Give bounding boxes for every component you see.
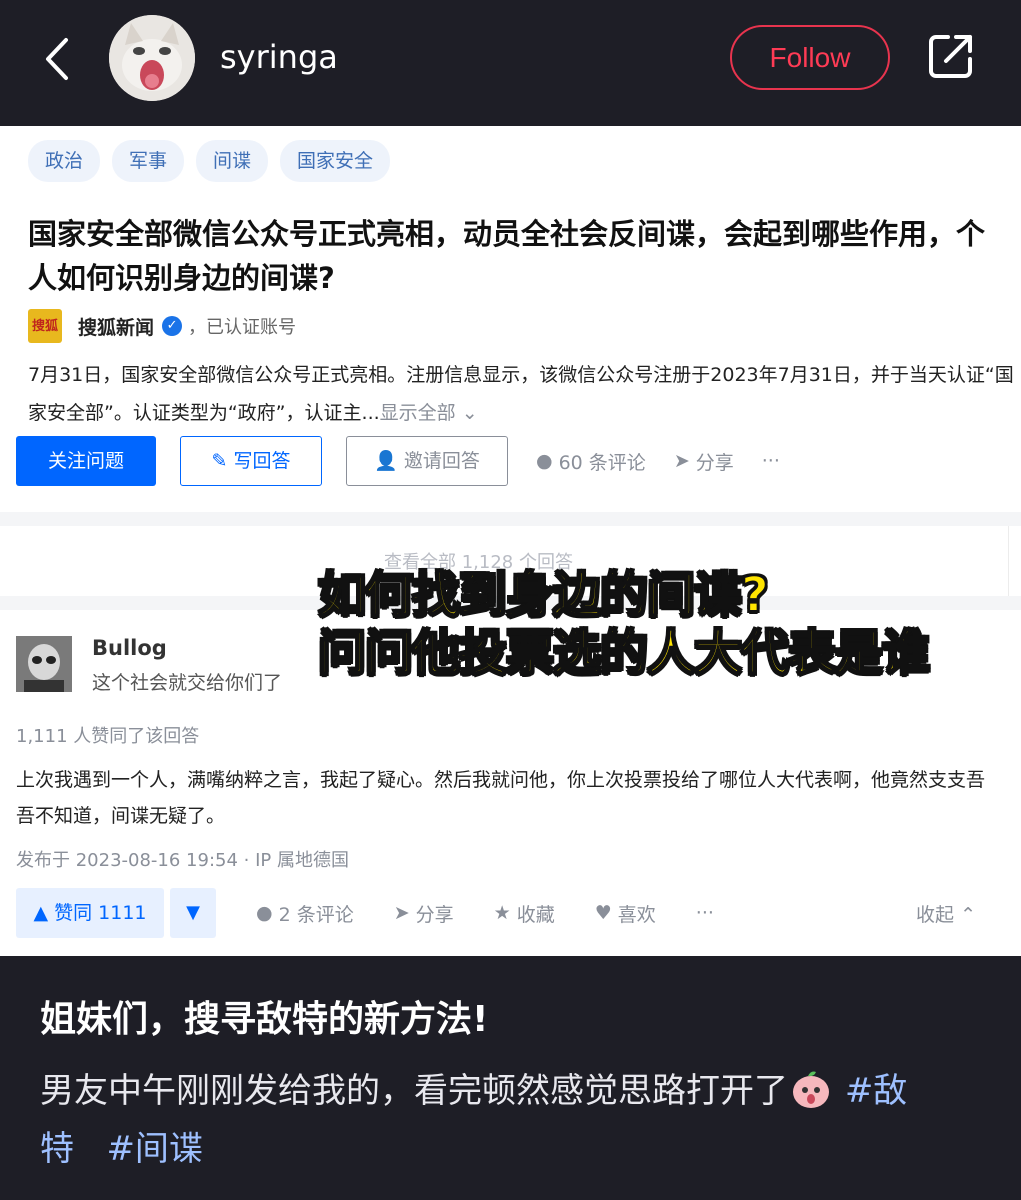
embedded-screenshot: 政治 军事 间谍 国家安全 国家安全部微信公众号正式亮相，动员全社会反间谍，会起… [0, 126, 1021, 956]
answer-actions: ▲ 赞同 1111 ▼ ● 2 条评论 ➤ 分享 ★ 收藏 ♥ 喜欢 ··· 收… [16, 888, 976, 938]
share-button[interactable]: ➤ 分享 [674, 448, 734, 475]
invite-answer-label: 邀请回答 [403, 450, 480, 472]
answer-author-bio: 这个社会就交给你们了 [92, 672, 283, 694]
answer-upvote-count: 1,111 人赞同了该回答 [16, 726, 200, 747]
topic-tag[interactable]: 军事 [112, 140, 185, 182]
more-button[interactable]: ··· [762, 450, 780, 472]
topic-tag[interactable]: 国家安全 [280, 140, 391, 182]
answer-comments-label: 2 条评论 [278, 903, 354, 926]
post-body-text: 男友中午刚刚发给我的，看完顿然感觉思路打开了 [40, 1071, 788, 1111]
comment-icon: ● [536, 450, 553, 472]
answer-body: 上次我遇到一个人，满嘴纳粹之言，我起了疑心。然后我就问他，你上次投票投给了哪位人… [16, 769, 986, 827]
top-bar: syringa Follow [0, 0, 1021, 126]
question-actions: 关注问题 ✎ 写回答 👤 邀请回答 ● 60 条评论 ➤ 分享 ··· [16, 436, 780, 486]
invite-answer-button[interactable]: 👤 邀请回答 [346, 436, 508, 486]
divider [0, 512, 1021, 526]
answer-author-avatar[interactable] [16, 636, 72, 692]
heart-icon: ♥ [594, 902, 612, 924]
source-row: 搜狐 搜狐新闻 ✓ ，已认证账号 [28, 308, 296, 344]
comments-label: 60 条评论 [558, 451, 646, 474]
write-answer-label: 写回答 [233, 450, 291, 472]
topic-tag[interactable]: 政治 [28, 140, 101, 182]
share-label: 分享 [695, 451, 734, 474]
answer-author-name[interactable]: Bullog [92, 636, 167, 660]
verified-icon: ✓ [162, 316, 183, 336]
downvote-button[interactable]: ▼ [170, 888, 216, 938]
invite-user-icon: 👤 [374, 450, 398, 472]
question-title[interactable]: 国家安全部微信公众号正式亮相，动员全社会反间谍，会起到哪些作用，个人如何识别身边… [28, 212, 1008, 300]
author-photo-icon [16, 636, 72, 692]
follow-button[interactable]: Follow [730, 25, 890, 90]
follow-question-button[interactable]: 关注问题 [16, 436, 156, 486]
excerpt-text: 7月31日，国家安全部微信公众号正式亮相。注册信息显示，该微信公众号注册于202… [28, 364, 1014, 424]
answer-comments-button[interactable]: ● 2 条评论 [256, 900, 354, 927]
verified-label: ，已认证账号 [188, 317, 297, 338]
post-body: 男友中午刚刚发给我的，看完顿然感觉思路打开了 #敌特 #间谍 [40, 1062, 990, 1178]
pencil-icon: ✎ [211, 450, 228, 472]
cat-avatar-icon [109, 15, 195, 101]
show-all-link[interactable]: 显示全部 ⌄ [380, 402, 478, 424]
sohu-logo-icon: 搜狐 [28, 309, 62, 343]
avatar[interactable] [109, 15, 195, 101]
username[interactable]: syringa [220, 38, 338, 76]
question-excerpt: 7月31日，国家安全部微信公众号正式亮相。注册信息显示，该微信公众号注册于202… [28, 356, 1018, 432]
like-button[interactable]: ♥ 喜欢 [595, 900, 656, 927]
answer-share-label: 分享 [415, 903, 454, 926]
hashtag-link[interactable]: #间谍 [106, 1129, 203, 1169]
collapse-button[interactable]: 收起 ⌃ [916, 900, 976, 927]
overlay-line-1: 如何找到身边的间谍? [317, 566, 770, 624]
meme-overlay-text: 如何找到身边的间谍? 问问他投票选的人大代表是谁 [317, 566, 931, 682]
answer-share-button[interactable]: ➤ 分享 [394, 900, 454, 927]
collect-label: 收藏 [516, 903, 555, 926]
comment-icon: ● [256, 902, 273, 924]
post-title: 姐妹们，搜寻敌特的新方法! [40, 999, 489, 1040]
star-icon: ★ [493, 902, 511, 924]
back-arrow-icon[interactable] [40, 34, 80, 84]
topic-tags: 政治 军事 间谍 国家安全 [28, 140, 391, 182]
paper-plane-icon: ➤ [673, 450, 690, 472]
topic-tag[interactable]: 间谍 [196, 140, 269, 182]
overlay-line-2: 问问他投票选的人大代表是谁 [317, 624, 931, 682]
source-name[interactable]: 搜狐新闻 [78, 313, 154, 340]
answer-timestamp: 发布于 2023-08-16 19:54 · IP 属地德国 [16, 850, 349, 871]
collect-button[interactable]: ★ 收藏 [494, 900, 555, 927]
comments-button[interactable]: ● 60 条评论 [536, 448, 646, 475]
share-external-icon[interactable] [926, 31, 976, 81]
answer-more-button[interactable]: ··· [696, 902, 714, 924]
paper-plane-icon: ➤ [393, 902, 410, 924]
upvote-button[interactable]: ▲ 赞同 1111 [16, 888, 164, 938]
peach-face-emoji-icon [793, 1071, 829, 1108]
write-answer-button[interactable]: ✎ 写回答 [180, 436, 322, 486]
like-label: 喜欢 [617, 903, 656, 926]
